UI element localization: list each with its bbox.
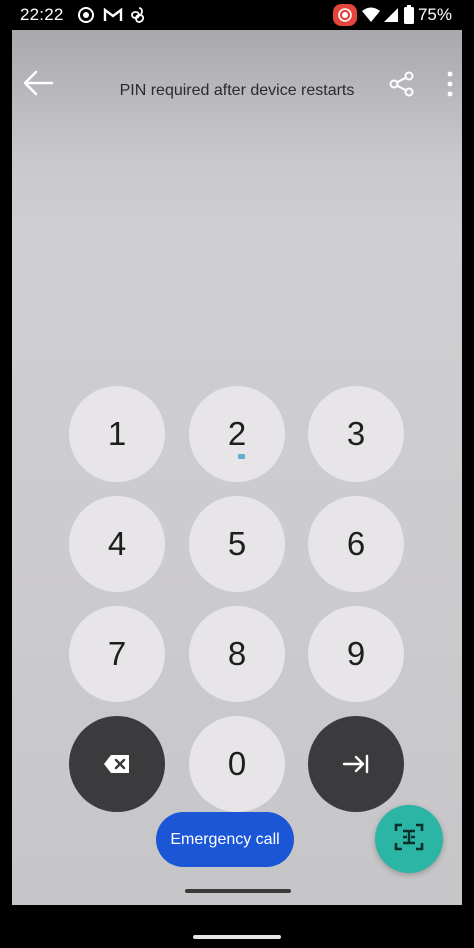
text-scan-icon xyxy=(393,821,425,858)
signal-icon xyxy=(383,6,399,29)
more-options-button[interactable] xyxy=(440,68,460,100)
key-0[interactable]: 0 xyxy=(189,716,285,812)
key-6[interactable]: 6 xyxy=(308,496,404,592)
back-button[interactable] xyxy=(20,68,56,98)
input-cursor xyxy=(238,454,245,459)
navigation-bar xyxy=(0,905,474,948)
share-icon xyxy=(388,71,416,102)
back-arrow-icon xyxy=(20,70,56,102)
gesture-handle xyxy=(185,889,291,893)
more-vert-icon xyxy=(440,71,460,104)
key-7[interactable]: 7 xyxy=(69,606,165,702)
home-indicator[interactable] xyxy=(193,935,281,939)
enter-button[interactable] xyxy=(308,716,404,812)
settings-icon xyxy=(77,6,95,29)
status-bar: 22:22 75% xyxy=(0,0,474,30)
key-2[interactable]: 2 xyxy=(189,386,285,482)
enter-tab-icon xyxy=(341,745,371,783)
key-3[interactable]: 3 xyxy=(308,386,404,482)
key-4[interactable]: 4 xyxy=(69,496,165,592)
record-icon xyxy=(333,4,357,31)
top-bar: PIN required after device restarts xyxy=(12,30,462,140)
key-5[interactable]: 5 xyxy=(189,496,285,592)
page-title: PIN required after device restarts xyxy=(119,82,355,99)
gmail-icon xyxy=(103,6,123,29)
pinwheel-icon xyxy=(130,6,148,29)
status-time: 22:22 xyxy=(20,5,64,24)
key-8[interactable]: 8 xyxy=(189,606,285,702)
backspace-button[interactable] xyxy=(69,716,165,812)
backspace-icon xyxy=(102,745,132,783)
key-9[interactable]: 9 xyxy=(308,606,404,702)
battery-percent: 75% xyxy=(417,5,452,24)
emergency-call-button[interactable]: Emergency call xyxy=(156,812,294,867)
share-button[interactable] xyxy=(388,70,416,98)
wifi-icon xyxy=(361,6,381,29)
key-1[interactable]: 1 xyxy=(69,386,165,482)
text-scan-button[interactable] xyxy=(375,805,443,873)
battery-icon xyxy=(404,5,414,29)
